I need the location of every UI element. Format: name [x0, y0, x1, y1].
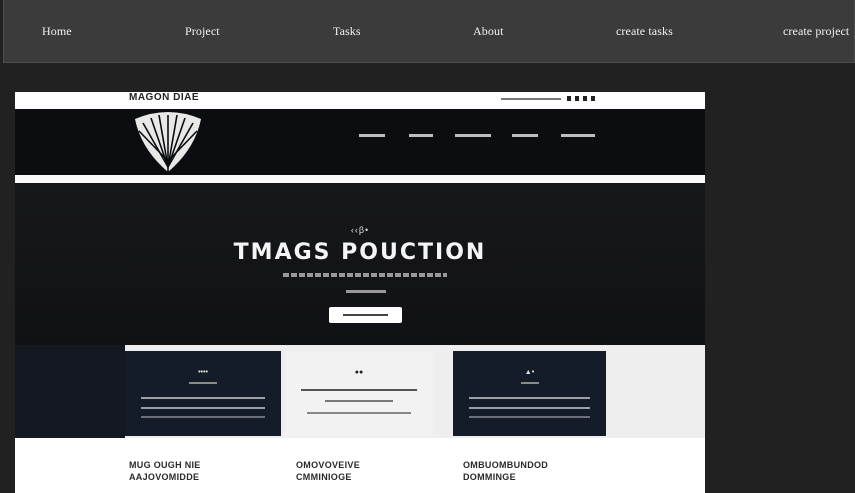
preview-left-panel [15, 345, 125, 438]
preview-card-text-line [469, 397, 590, 399]
preview-stripe [15, 175, 705, 183]
preview-nav-item [409, 134, 433, 137]
website-preview-image: MAGON DIAE ‹‹β• TMAGS POUCTION •••• ●● ▲… [15, 92, 705, 493]
preview-brand-text: MAGON DIAE [129, 92, 199, 103]
preview-card-text-line [141, 416, 265, 418]
preview-nav-item [561, 134, 595, 137]
preview-topbar-dots [567, 96, 599, 101]
preview-card-text-line [301, 389, 417, 391]
preview-bottom-line: DOMMINGE [463, 472, 516, 482]
preview-card-title: ●● [354, 369, 364, 376]
nav-home-link[interactable]: Home [42, 24, 72, 39]
nav-create-project-link[interactable]: create project [783, 24, 849, 39]
preview-hero-subtitle-2 [346, 290, 386, 293]
preview-feature-card: ●● [285, 351, 433, 436]
preview-bottom-line: AAJOVOMIDDE [129, 472, 200, 482]
preview-card-rule [521, 382, 539, 384]
preview-nav-item [455, 134, 491, 137]
top-navbar: Home Project Tasks About create tasks cr… [3, 0, 855, 63]
leaf-logo-icon [135, 112, 201, 172]
preview-card-rule [189, 382, 217, 384]
preview-nav-item [512, 134, 538, 137]
preview-topbar [15, 92, 705, 109]
preview-header [15, 109, 705, 175]
preview-bottom-line: CMMINIOGE [296, 472, 352, 482]
preview-card-text-line [469, 416, 590, 418]
preview-bottom-line: MUG OUGH NIE [129, 460, 201, 470]
nav-project-link[interactable]: Project [185, 24, 220, 39]
nav-tasks-link[interactable]: Tasks [333, 24, 361, 39]
preview-card-text-line [141, 407, 265, 409]
preview-bottom-column: OMOVOVEIVE CMMINIOGE [296, 459, 360, 483]
preview-bottom-column: MUG OUGH NIE AAJOVOMIDDE [129, 459, 201, 483]
preview-bottom-line: OMOVOVEIVE [296, 460, 361, 470]
preview-card-text-line [307, 412, 411, 414]
preview-card-title: •••• [198, 369, 208, 376]
preview-hero-title: TMAGS POUCTION [233, 240, 487, 265]
preview-hero-eyebrow: ‹‹β• [350, 225, 370, 235]
nav-create-tasks-link[interactable]: create tasks [616, 24, 673, 39]
preview-feature-card: •••• [125, 351, 281, 436]
preview-hero-subtitle [283, 273, 447, 277]
preview-nav-item [359, 134, 385, 137]
preview-card-text-line [141, 397, 265, 399]
preview-card-text-line [469, 407, 590, 409]
preview-bottom-column: OMBUOMBUNDOD DOMMINGE [463, 459, 548, 483]
preview-card-title: ▲• [524, 369, 535, 376]
preview-feature-card: ▲• [453, 351, 606, 436]
preview-card-text-line [325, 400, 393, 402]
preview-bottom-line: OMBUOMBUNDOD [463, 460, 549, 470]
nav-about-link[interactable]: About [473, 24, 504, 39]
preview-hero-button [329, 307, 402, 323]
preview-topbar-line [501, 98, 561, 100]
